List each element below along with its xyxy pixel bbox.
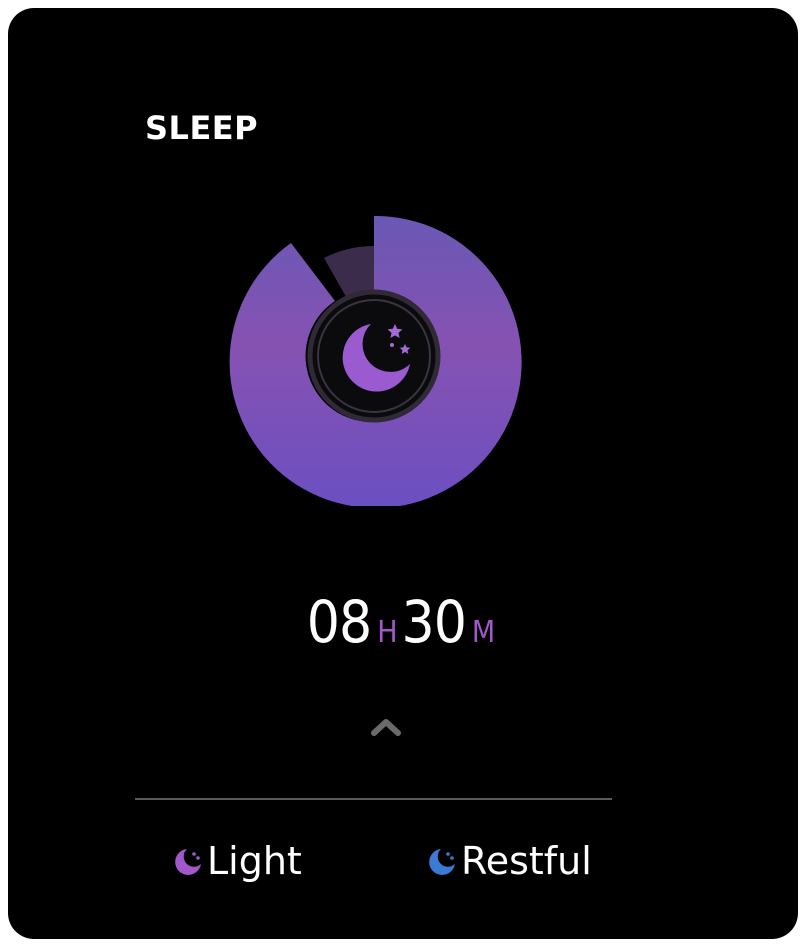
- legend-item-light: Light: [171, 836, 302, 886]
- minutes-value: 30: [401, 588, 467, 656]
- hours-unit: H: [377, 615, 398, 650]
- legend-label-light: Light: [207, 839, 302, 883]
- page-title: SLEEP: [145, 109, 259, 147]
- divider: [135, 798, 612, 800]
- moon-icon: [429, 849, 455, 875]
- hours-value: 08: [306, 588, 372, 656]
- chevron-up-icon[interactable]: [370, 716, 402, 736]
- sleep-ring-chart[interactable]: [224, 206, 524, 506]
- moon-icon: [175, 849, 201, 875]
- sleep-duration: 08 H30 M: [8, 588, 798, 656]
- sleep-ring-svg: [229, 215, 522, 506]
- legend-item-restful: Restful: [425, 836, 592, 886]
- legend-label-restful: Restful: [461, 839, 592, 883]
- watch-screen: SLEEP 08 H30 M Light Restful: [8, 8, 798, 939]
- minutes-unit: M: [471, 615, 496, 650]
